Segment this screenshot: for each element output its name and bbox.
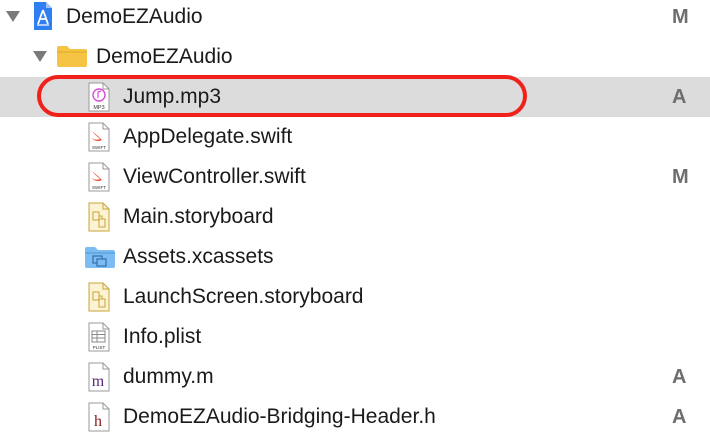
status-badge: A (672, 366, 687, 388)
file-row-dummy-m[interactable]: m dummy.m A (0, 357, 710, 397)
status-badge: M (672, 166, 689, 188)
xcode-project-icon (34, 2, 52, 30)
storyboard-file-icon (88, 282, 110, 312)
file-name: ViewController.swift (123, 165, 306, 188)
disclosure-triangle-icon[interactable] (6, 11, 20, 22)
svg-text:m: m (92, 373, 105, 390)
file-row-main-storyboard[interactable]: Main.storyboard (0, 197, 710, 237)
group-name: DemoEZAudio (96, 45, 233, 68)
file-name: dummy.m (123, 365, 214, 388)
svg-text:PLIST: PLIST (93, 345, 106, 350)
file-row-assets[interactable]: Assets.xcassets (0, 237, 710, 277)
file-name: Main.storyboard (123, 205, 274, 228)
svg-text:SWIFT: SWIFT (92, 145, 106, 150)
file-name: Assets.xcassets (123, 245, 274, 268)
file-name: DemoEZAudio-Bridging-Header.h (123, 405, 436, 428)
folder-icon (57, 46, 87, 67)
asset-catalog-folder-icon (85, 247, 115, 268)
project-name: DemoEZAudio (66, 5, 203, 28)
file-row-bridging-header[interactable]: h DemoEZAudio-Bridging-Header.h A (0, 397, 710, 437)
svg-text:MP3: MP3 (93, 105, 104, 111)
file-row-jump-mp3[interactable]: MP3 Jump.mp3 A (0, 77, 710, 117)
file-row-viewcontroller[interactable]: SWIFT ViewController.swift M (0, 157, 710, 197)
project-row[interactable]: DemoEZAudio M (0, 0, 710, 37)
svg-text:h: h (94, 413, 102, 430)
disclosure-triangle-icon[interactable] (33, 51, 47, 62)
svg-text:SWIFT: SWIFT (92, 185, 106, 190)
header-file-icon: h (88, 402, 110, 432)
status-badge: A (672, 86, 687, 108)
storyboard-file-icon (88, 202, 110, 232)
project-navigator: DemoEZAudio M DemoEZAudio MP3 Jump.mp3 A… (0, 0, 710, 436)
file-row-appdelegate[interactable]: SWIFT AppDelegate.swift (0, 117, 710, 157)
swift-file-icon: SWIFT (88, 122, 110, 152)
file-name: LaunchScreen.storyboard (123, 285, 364, 308)
file-row-launchscreen[interactable]: LaunchScreen.storyboard (0, 277, 710, 317)
status-badge: A (672, 406, 687, 428)
swift-file-icon: SWIFT (88, 162, 110, 192)
file-name: Jump.mp3 (123, 85, 222, 108)
mp3-file-icon: MP3 (88, 82, 110, 112)
group-row[interactable]: DemoEZAudio (0, 37, 710, 77)
file-row-info-plist[interactable]: PLIST Info.plist (0, 317, 710, 357)
status-badge: M (672, 6, 689, 28)
plist-file-icon: PLIST (88, 322, 110, 352)
file-name: Info.plist (123, 325, 202, 348)
file-name: AppDelegate.swift (123, 125, 293, 148)
objc-implementation-file-icon: m (88, 362, 110, 392)
